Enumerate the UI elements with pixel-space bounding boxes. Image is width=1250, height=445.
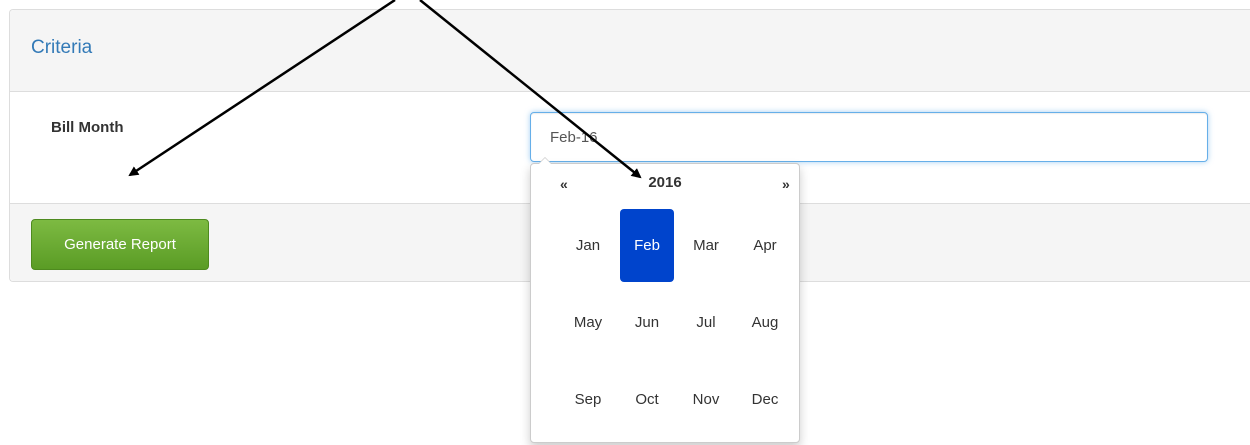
month-oct[interactable]: Oct bbox=[620, 363, 674, 436]
panel-heading: Criteria bbox=[10, 10, 1250, 92]
month-sep[interactable]: Sep bbox=[561, 363, 615, 436]
month-dec[interactable]: Dec bbox=[738, 363, 792, 436]
page: Criteria Bill Month Generate Report 2016… bbox=[0, 0, 1250, 445]
month-aug[interactable]: Aug bbox=[738, 286, 792, 359]
month-nov[interactable]: Nov bbox=[679, 363, 733, 436]
generate-report-button[interactable]: Generate Report bbox=[31, 219, 209, 270]
panel-title: Criteria bbox=[31, 37, 93, 58]
month-apr[interactable]: Apr bbox=[738, 209, 792, 282]
month-jun[interactable]: Jun bbox=[620, 286, 674, 359]
bill-month-input[interactable] bbox=[530, 112, 1208, 162]
year-switch[interactable]: 2016 bbox=[531, 174, 799, 191]
month-may[interactable]: May bbox=[561, 286, 615, 359]
bill-month-label: Bill Month bbox=[51, 119, 124, 136]
month-feb[interactable]: Feb bbox=[620, 209, 674, 282]
month-mar[interactable]: Mar bbox=[679, 209, 733, 282]
month-jul[interactable]: Jul bbox=[679, 286, 733, 359]
month-jan[interactable]: Jan bbox=[561, 209, 615, 282]
month-picker-header: 2016 « » bbox=[531, 174, 799, 196]
month-picker-dropdown: 2016 « » Jan Feb Mar Apr May Jun Jul Aug… bbox=[530, 157, 800, 443]
next-year-button[interactable]: » bbox=[782, 176, 790, 192]
prev-year-button[interactable]: « bbox=[560, 176, 568, 192]
